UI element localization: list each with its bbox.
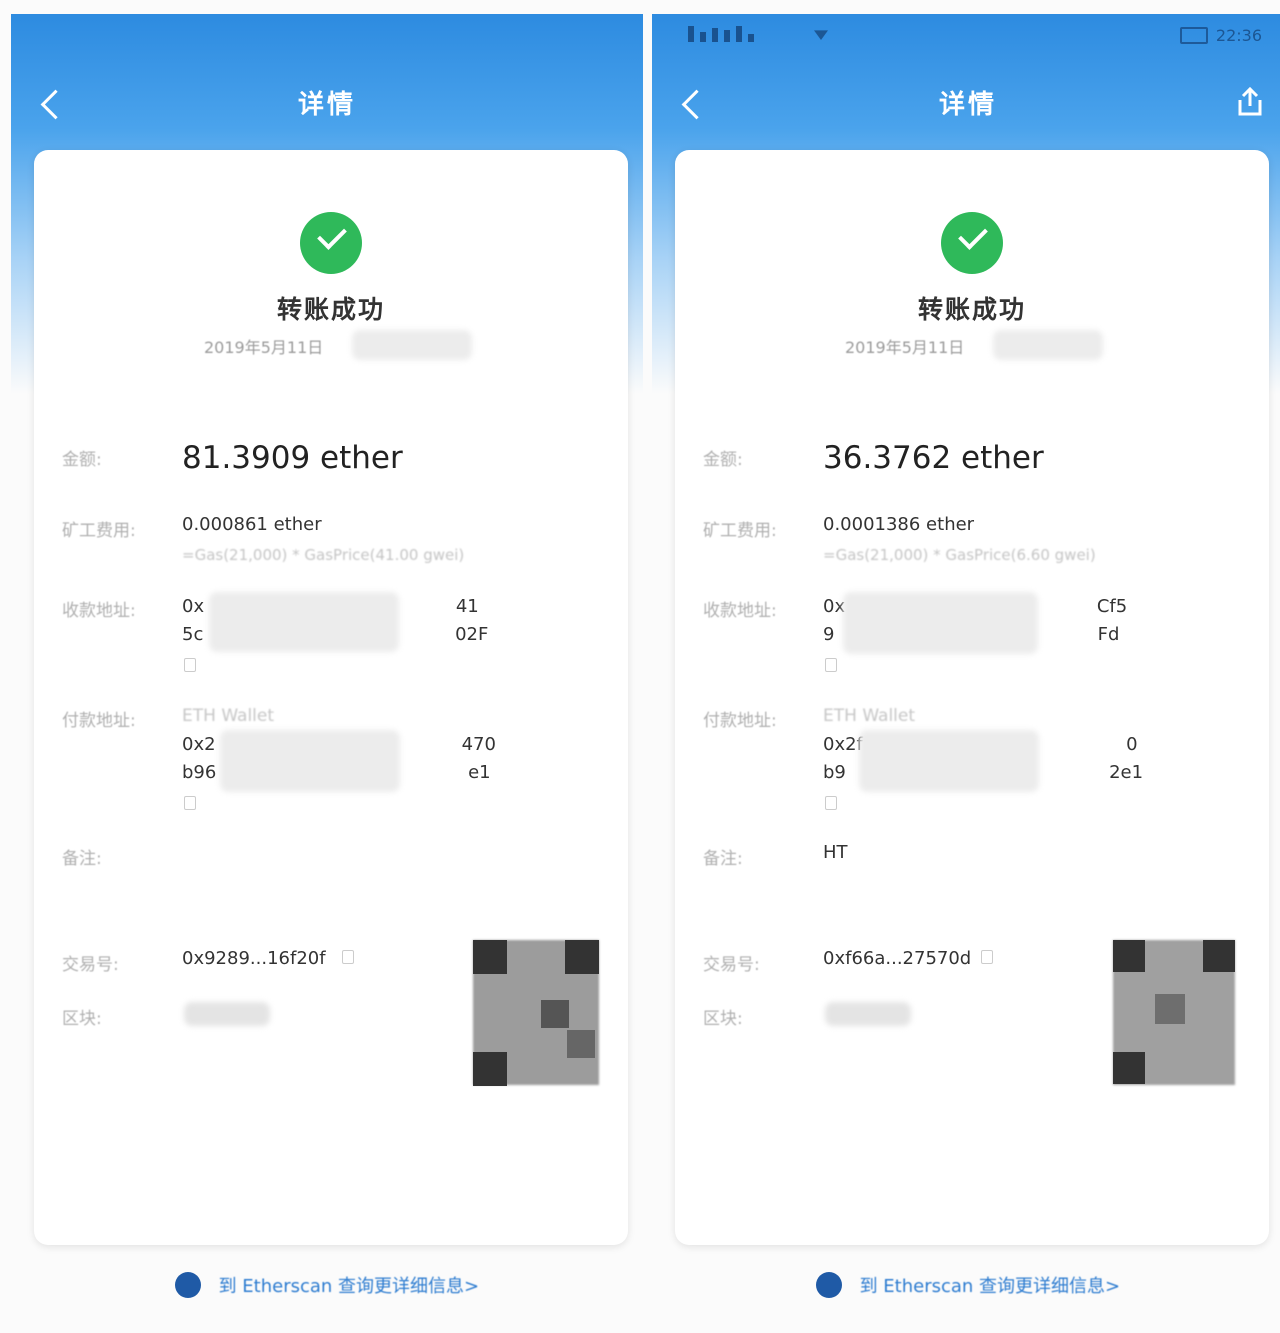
qr-code[interactable] [1085, 940, 1235, 1090]
share-icon[interactable] [1230, 82, 1270, 122]
detail-screen-right: 22:36 详情 转账成功 2019年5月11日 金额: 36.3762 eth… [652, 14, 1280, 1333]
fee-value: 0.0001386 ether [823, 514, 975, 535]
etherscan-link-text: 到 Etherscan 查询更详细信息> [859, 1276, 1121, 1297]
block-label: 区块: [703, 1009, 743, 1029]
transaction-card: 转账成功 2019年5月11日 金额: 81.3909 ether 矿工费用: … [34, 150, 628, 1245]
txid-label: 交易号: [62, 955, 119, 975]
page-title: 详情 [297, 90, 356, 120]
txid-value[interactable]: 0xf66a...27570d [823, 948, 971, 969]
redacted-time [352, 330, 472, 360]
success-check-icon [300, 212, 362, 274]
status-date: 2019年5月11日 [845, 338, 965, 357]
redacted-recipient-address [843, 592, 1038, 654]
signal-strength-icon [688, 26, 754, 42]
fee-formula: =Gas(21,000) * GasPrice(6.60 gwei) [823, 546, 1096, 564]
etherscan-logo-icon [174, 1272, 201, 1298]
copy-txid-icon[interactable] [342, 950, 354, 964]
fee-label: 矿工费用: [62, 521, 136, 541]
fee-formula: =Gas(21,000) * GasPrice(41.00 gwei) [182, 546, 465, 564]
status-date: 2019年5月11日 [204, 338, 324, 357]
copy-txid-icon[interactable] [981, 950, 993, 964]
txid-value[interactable]: 0x9289...16f20f [182, 948, 326, 969]
sender-wallet-name: ETH Wallet [182, 706, 275, 726]
battery-icon [1179, 27, 1208, 44]
fee-label: 矿工费用: [703, 521, 777, 541]
etherscan-logo-icon [815, 1272, 842, 1298]
status-title: 转账成功 [276, 295, 385, 324]
screenshot-canvas: 详情 转账成功 2019年5月11日 金额: 81.3909 ether 矿工费… [0, 0, 1280, 1333]
redacted-recipient-address [209, 592, 399, 652]
copy-recipient-icon[interactable] [825, 658, 837, 672]
recipient-label: 收款地址: [703, 601, 777, 621]
transaction-card: 转账成功 2019年5月11日 金额: 36.3762 ether 矿工费用: … [675, 150, 1269, 1245]
redacted-block-number [184, 1002, 270, 1026]
status-time: 22:36 [1215, 26, 1262, 45]
copy-sender-icon[interactable] [825, 796, 837, 810]
nav-bar: 详情 [11, 76, 643, 132]
nav-bar: 详情 [652, 76, 1280, 132]
success-check-icon [941, 212, 1003, 274]
amount-label: 金额: [703, 450, 743, 470]
amount-value: 36.3762 ether [823, 440, 1044, 476]
wifi-icon [814, 30, 828, 40]
etherscan-link[interactable]: 到 Etherscan 查询更详细信息> [652, 1272, 1280, 1298]
redacted-sender-address [859, 730, 1039, 792]
redacted-block-number [825, 1002, 911, 1026]
block-label: 区块: [62, 1009, 102, 1029]
status-bar: 22:36 [652, 14, 1280, 56]
status-right-group: 22:36 [1179, 26, 1262, 45]
page-title: 详情 [938, 90, 997, 120]
note-value: HT [823, 842, 848, 863]
amount-value: 81.3909 ether [182, 440, 403, 476]
copy-recipient-icon[interactable] [184, 658, 196, 672]
txid-label: 交易号: [703, 955, 760, 975]
sender-wallet-name: ETH Wallet [823, 706, 916, 726]
recipient-label: 收款地址: [62, 601, 136, 621]
detail-screen-left: 详情 转账成功 2019年5月11日 金额: 81.3909 ether 矿工费… [11, 14, 643, 1333]
redacted-time [993, 330, 1103, 360]
fee-value: 0.000861 ether [182, 514, 322, 535]
etherscan-link[interactable]: 到 Etherscan 查询更详细信息> [11, 1272, 643, 1298]
sender-label: 付款地址: [62, 711, 136, 731]
redacted-sender-address [220, 730, 400, 792]
copy-sender-icon[interactable] [184, 796, 196, 810]
amount-label: 金额: [62, 450, 102, 470]
qr-code[interactable] [449, 940, 599, 1090]
etherscan-link-text: 到 Etherscan 查询更详细信息> [218, 1276, 480, 1297]
note-label: 备注: [703, 849, 743, 869]
sender-label: 付款地址: [703, 711, 777, 731]
status-title: 转账成功 [917, 295, 1026, 324]
note-label: 备注: [62, 849, 102, 869]
